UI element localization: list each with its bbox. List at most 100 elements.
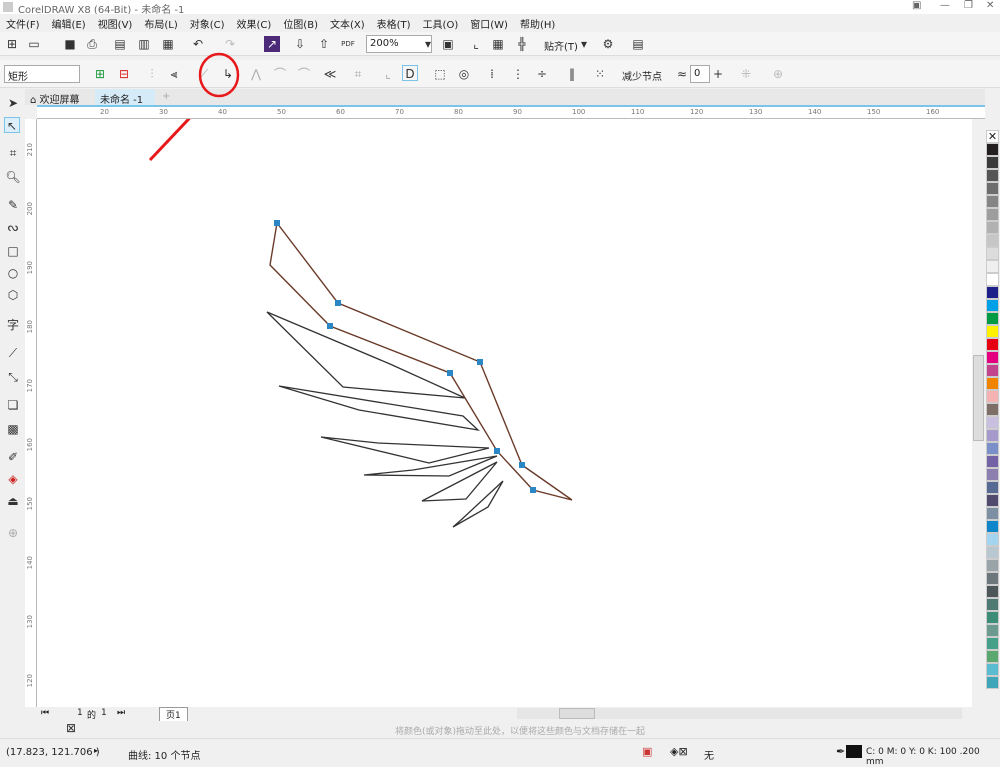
restore-button[interactable]: ❐ [964, 0, 973, 11]
feather-3[interactable] [320, 436, 490, 464]
curve-node[interactable] [327, 323, 333, 329]
close-button[interactable]: ✕ [986, 0, 994, 11]
color-swatch[interactable] [986, 299, 999, 312]
menu-edit[interactable]: 编辑(E) [46, 14, 92, 32]
outline-color-swatch[interactable] [846, 745, 862, 758]
extend-curve-icon[interactable]: ⌗ [350, 66, 366, 82]
smoothness-input[interactable]: 0 [690, 65, 710, 83]
menu-layout[interactable]: 布局(L) [138, 14, 183, 32]
publish-pdf-icon[interactable]: PDF [340, 36, 356, 52]
color-swatch[interactable] [986, 286, 999, 299]
color-swatch[interactable] [986, 416, 999, 429]
color-swatch[interactable] [986, 377, 999, 390]
outline-pen-icon[interactable]: ✒ [836, 745, 845, 758]
join-nodes-icon[interactable]: ⫶ [144, 66, 160, 82]
color-swatch[interactable] [986, 442, 999, 455]
feather-6[interactable] [452, 480, 504, 528]
options-gear-icon[interactable]: ⚙ [600, 36, 616, 52]
add-node-icon[interactable]: ⊞ [92, 66, 108, 82]
smooth-node-icon[interactable]: ⌒ [272, 66, 288, 82]
mirror-vertical-icon[interactable]: ÷ [534, 66, 550, 82]
vertical-scroll-thumb[interactable] [973, 355, 984, 441]
horizontal-scrollbar[interactable] [517, 708, 962, 719]
open-icon[interactable]: ▭ [26, 36, 42, 52]
delete-node-icon[interactable]: ⊟ [116, 66, 132, 82]
full-screen-icon[interactable]: ▣ [440, 36, 456, 52]
show-guidelines-icon[interactable]: ╬ [514, 36, 530, 52]
symmetrical-node-icon[interactable]: ⌒ [296, 66, 312, 82]
curve-node[interactable] [494, 448, 500, 454]
selection-mode-select[interactable]: 矩形 [4, 65, 80, 83]
color-swatch[interactable] [986, 182, 999, 195]
first-page-button[interactable]: ⏮ [41, 708, 49, 718]
connector-tool-icon[interactable]: ⤡ [5, 369, 21, 385]
color-swatch[interactable] [986, 455, 999, 468]
transparency-icon[interactable]: ▩ [5, 421, 21, 437]
color-swatch[interactable] [986, 156, 999, 169]
copy-icon[interactable]: ▥ [136, 36, 152, 52]
elastic-mode-icon[interactable]: ‖ [564, 66, 580, 82]
color-swatch[interactable] [986, 676, 999, 689]
text-tool-icon[interactable]: 字 [5, 317, 21, 333]
color-swatch[interactable] [986, 585, 999, 598]
rotate-nodes-icon[interactable]: ◎ [456, 66, 472, 82]
curve-node[interactable] [530, 487, 536, 493]
stretch-nodes-icon[interactable]: ⬚ [432, 66, 448, 82]
ellipse-tool-icon[interactable]: ○ [5, 265, 21, 281]
color-swatch[interactable] [986, 195, 999, 208]
color-swatch[interactable] [986, 520, 999, 533]
extract-subpath-icon[interactable]: ⌞ [380, 66, 396, 82]
show-rulers-icon[interactable]: ⌞ [468, 36, 484, 52]
minimize-button[interactable]: — [940, 0, 950, 11]
color-swatch[interactable] [986, 325, 999, 338]
interactive-fill-icon[interactable]: ◈ [5, 471, 21, 487]
color-swatch[interactable] [986, 403, 999, 416]
paste-icon[interactable]: ▦ [160, 36, 176, 52]
parallel-dimension-icon[interactable]: ⟋ [5, 345, 21, 361]
export-icon[interactable]: ⇧ [316, 36, 332, 52]
color-swatch[interactable] [986, 663, 999, 676]
chevron-down-icon[interactable]: ▾ [576, 36, 592, 52]
add-tool-icon[interactable]: ⊕ [5, 525, 21, 541]
align-nodes-icon[interactable]: ⁞ [484, 66, 500, 82]
node-grid-icon[interactable]: ⁜ [738, 66, 754, 82]
cusp-node-icon[interactable]: ⋀ [248, 66, 264, 82]
new-document-icon[interactable]: ⊞ [4, 36, 20, 52]
smart-fill-icon[interactable]: ⏏ [5, 493, 21, 509]
color-swatch[interactable] [986, 364, 999, 377]
close-curve-icon[interactable]: D [402, 65, 418, 81]
color-swatch[interactable] [986, 533, 999, 546]
new-tab-button[interactable]: + [157, 89, 175, 105]
crop-tool-icon[interactable]: ⌗ [5, 145, 21, 161]
color-proof-icon[interactable]: ▣ [642, 745, 652, 758]
menu-object[interactable]: 对象(C) [184, 14, 231, 32]
curve-node[interactable] [274, 220, 280, 226]
eyedropper-icon[interactable]: ✐ [5, 449, 21, 465]
menu-help[interactable]: 帮助(H) [514, 14, 561, 32]
chevron-down-icon[interactable]: ▾ [420, 36, 436, 52]
import-icon[interactable]: ⇩ [292, 36, 308, 52]
tab-welcome[interactable]: ⌂ 欢迎屏幕 [25, 89, 95, 106]
horizontal-ruler[interactable]: 20 30 40 50 60 70 80 90 100 110 120 130 140 150 160 [37, 105, 985, 119]
color-swatch[interactable] [986, 247, 999, 260]
add-toolbar-item-icon[interactable]: ⊕ [770, 66, 786, 82]
color-swatch[interactable] [986, 208, 999, 221]
color-swatch[interactable] [986, 338, 999, 351]
color-swatch[interactable] [986, 611, 999, 624]
color-swatch[interactable] [986, 598, 999, 611]
color-swatch[interactable] [986, 351, 999, 364]
show-grid-icon[interactable]: ▦ [490, 36, 506, 52]
curve-node[interactable] [519, 462, 525, 468]
last-page-button[interactable]: ⏭ [117, 708, 125, 718]
artistic-media-icon[interactable]: ᔓ [5, 219, 21, 235]
feather-1[interactable] [266, 311, 466, 399]
search-content-icon[interactable]: ↗ [264, 36, 280, 52]
print-icon[interactable]: ⎙ [84, 36, 100, 52]
color-swatch[interactable] [986, 468, 999, 481]
color-swatch[interactable] [986, 143, 999, 156]
menu-text[interactable]: 文本(X) [324, 14, 371, 32]
menu-bitmaps[interactable]: 位图(B) [277, 14, 324, 32]
tab-document[interactable]: 未命名 -1 [95, 89, 155, 106]
reduce-nodes-button[interactable]: 减少节点 [622, 68, 662, 83]
curve-node[interactable] [477, 359, 483, 365]
